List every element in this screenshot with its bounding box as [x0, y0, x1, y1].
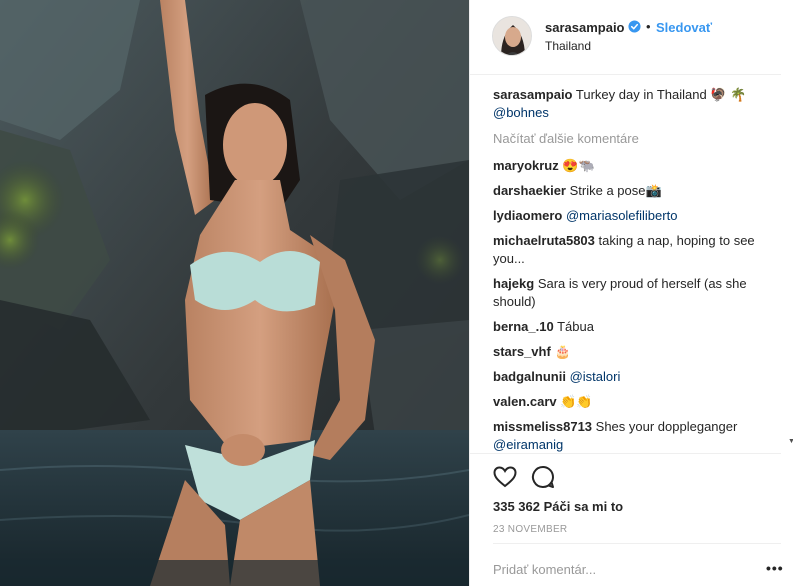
comment-item: berna_.10 Tábua — [493, 318, 759, 336]
comment-username[interactable]: stars_vhf — [493, 344, 551, 359]
header-username[interactable]: sarasampaio — [545, 20, 625, 35]
post-location[interactable]: Thailand — [545, 39, 591, 53]
avatar-image — [493, 17, 531, 55]
caption-mention[interactable]: @bohnes — [493, 105, 549, 120]
comment-text: 👏👏 — [560, 394, 593, 409]
comment-username[interactable]: michaelruta5803 — [493, 233, 595, 248]
post-side-panel: sarasampaio • Sledovať Thailand sarasamp… — [469, 0, 793, 586]
comment-username[interactable]: missmeliss8713 — [493, 419, 592, 434]
more-options-icon[interactable]: ••• — [766, 560, 784, 576]
follow-button[interactable]: Sledovať — [656, 20, 712, 35]
comment-text: 🎂 — [554, 344, 571, 359]
comment-item: missmeliss8713 Shes your doppleganger @e… — [493, 418, 759, 453]
comments-list[interactable]: sarasampaio Turkey day in Thailand 🦃 🌴 @… — [470, 75, 781, 453]
likes-count[interactable]: 335 362 Páči sa mi to — [493, 499, 623, 514]
comment-username[interactable]: valen.carv — [493, 394, 557, 409]
photo-woman-in-water — [0, 0, 469, 586]
comment-text: Strike a pose📸 — [569, 183, 662, 198]
post-photo[interactable] — [0, 0, 469, 586]
comment-bubble-icon[interactable] — [530, 464, 556, 490]
heart-icon[interactable] — [492, 464, 518, 490]
comment-username[interactable]: hajekg — [493, 276, 534, 291]
caption-text: Turkey day in Thailand 🦃 🌴 — [575, 87, 747, 102]
verified-badge-icon — [628, 20, 641, 33]
comment-username[interactable]: berna_.10 — [493, 319, 554, 334]
scroll-down-arrow-icon[interactable]: ▼ — [788, 438, 793, 445]
add-comment-input[interactable] — [493, 562, 723, 577]
divider — [493, 543, 781, 544]
comment-item: hajekg Sara is very proud of herself (as… — [493, 275, 759, 311]
comment-item: lydiaomero @mariasolefiliberto — [493, 207, 759, 225]
caption-username[interactable]: sarasampaio — [493, 87, 573, 102]
avatar[interactable] — [492, 16, 532, 56]
comment-item: michaelruta5803 taking a nap, hoping to … — [493, 232, 759, 268]
load-more-comments-button[interactable]: Načítať ďalšie komentáre — [493, 130, 759, 148]
divider — [470, 453, 781, 454]
comment-item: stars_vhf 🎂 — [493, 343, 759, 361]
comment-mention[interactable]: @istalori — [570, 369, 621, 384]
comment-text: Tábua — [557, 319, 594, 334]
comment-mention[interactable]: @mariasolefiliberto — [566, 208, 677, 223]
comment-username[interactable]: maryokruz — [493, 158, 559, 173]
comment-item: badgalnunii @istalori — [493, 368, 759, 386]
post-header: sarasampaio • Sledovať Thailand — [470, 0, 781, 75]
comment-item: valen.carv 👏👏 — [493, 393, 759, 411]
comment-mention[interactable]: @eiramanig — [493, 437, 563, 452]
comment-text: 😍🐃 — [562, 158, 595, 173]
post-date: 23 NOVEMBER — [493, 524, 568, 535]
comment-username[interactable]: darshaekier — [493, 183, 566, 198]
comment-username[interactable]: lydiaomero — [493, 208, 562, 223]
comment-item: maryokruz 😍🐃 — [493, 157, 759, 175]
header-separator: • — [646, 19, 651, 34]
caption: sarasampaio Turkey day in Thailand 🦃 🌴 @… — [493, 86, 759, 122]
comment-username[interactable]: badgalnunii — [493, 369, 566, 384]
comment-text: Shes your doppleganger — [595, 419, 738, 434]
comments-scrollbar[interactable] — [782, 75, 793, 453]
comment-item: darshaekier Strike a pose📸 — [493, 182, 759, 200]
